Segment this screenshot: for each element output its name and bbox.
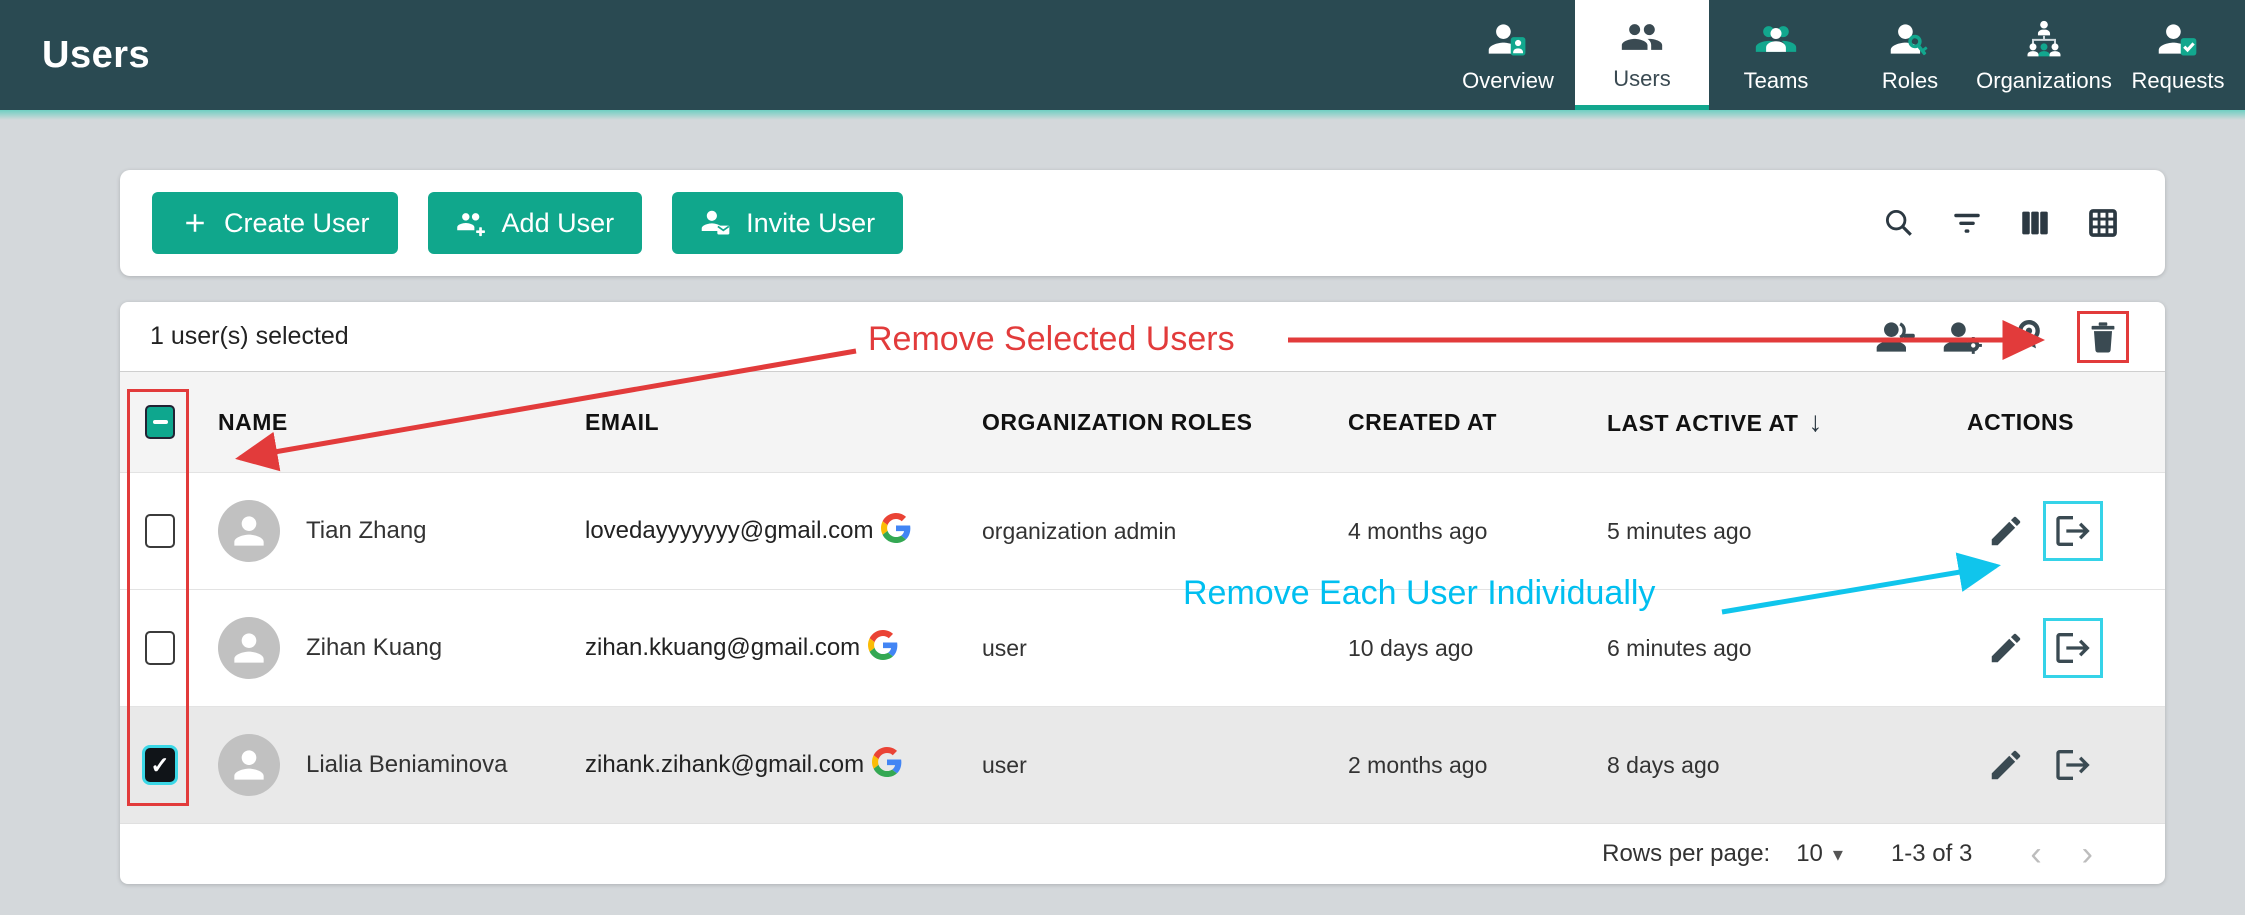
col-created-at[interactable]: CREATED AT bbox=[1348, 409, 1607, 436]
col-last-active[interactable]: LAST ACTIVE AT↓ bbox=[1607, 406, 1967, 438]
remove-user-from-org-icon[interactable] bbox=[2043, 735, 2103, 795]
remove-user-icon[interactable] bbox=[1873, 315, 1917, 359]
rows-per-page-label: Rows per page: bbox=[1602, 840, 1770, 868]
tab-organizations[interactable]: Organizations bbox=[1977, 0, 2111, 110]
google-icon bbox=[881, 513, 911, 550]
group-add-icon bbox=[456, 207, 488, 239]
app-header: Users Overview Users Teams bbox=[0, 0, 2245, 110]
user-email: zihan.kkuang@gmail.com bbox=[585, 634, 860, 662]
edit-user-icon[interactable] bbox=[1977, 736, 2035, 794]
tab-requests[interactable]: Requests bbox=[2111, 0, 2245, 110]
user-role: user bbox=[982, 752, 1348, 779]
user-name: Tian Zhang bbox=[306, 517, 427, 545]
row-checkbox[interactable] bbox=[145, 748, 175, 782]
selection-bar: 1 user(s) selected bbox=[120, 302, 2165, 372]
add-user-button[interactable]: Add User bbox=[428, 192, 643, 254]
prev-page-button[interactable]: ‹ bbox=[2030, 837, 2041, 871]
col-org-roles[interactable]: ORGANIZATION ROLES bbox=[982, 409, 1348, 436]
tab-label: Users bbox=[1613, 66, 1670, 92]
tab-label: Overview bbox=[1462, 68, 1554, 94]
user-role: user bbox=[982, 635, 1348, 662]
delete-selected-highlight bbox=[2077, 311, 2129, 363]
users-icon bbox=[1619, 14, 1665, 60]
remove-user-from-org-icon[interactable] bbox=[2043, 501, 2103, 561]
row-checkbox[interactable] bbox=[145, 514, 175, 548]
col-actions: ACTIONS bbox=[1967, 409, 2165, 436]
grid-icon[interactable] bbox=[2086, 206, 2120, 240]
user-check-icon bbox=[2155, 16, 2201, 62]
edit-user-icon[interactable] bbox=[1977, 619, 2035, 677]
header-gradient-strip bbox=[0, 110, 2245, 120]
col-name[interactable]: NAME bbox=[200, 409, 585, 436]
sort-desc-icon: ↓ bbox=[1808, 406, 1823, 437]
filter-icon[interactable] bbox=[1950, 206, 1984, 240]
invite-user-button[interactable]: Invite User bbox=[672, 192, 903, 254]
selection-count: 1 user(s) selected bbox=[150, 322, 349, 351]
user-name: Zihan Kuang bbox=[306, 634, 442, 662]
user-name: Lialia Beniaminova bbox=[306, 751, 507, 779]
tab-label: Teams bbox=[1744, 68, 1809, 94]
badge-icon[interactable] bbox=[2009, 315, 2053, 359]
tab-label: Organizations bbox=[1976, 68, 2112, 94]
user-role: organization admin bbox=[982, 518, 1348, 545]
page-title: Users bbox=[42, 34, 150, 77]
tab-label: Roles bbox=[1882, 68, 1938, 94]
bulk-actions bbox=[1873, 311, 2129, 363]
tab-label: Requests bbox=[2132, 68, 2225, 94]
trash-icon[interactable] bbox=[2084, 318, 2122, 356]
toolbar-card: Create User Add User Invite User bbox=[120, 170, 2165, 276]
team-icon bbox=[1753, 16, 1799, 62]
table-row: Tian Zhang lovedayyyyyyy@gmail.com organ… bbox=[120, 472, 2165, 589]
columns-icon[interactable] bbox=[2018, 206, 2052, 240]
created-at: 4 months ago bbox=[1348, 518, 1607, 545]
user-badge-icon bbox=[1485, 16, 1531, 62]
created-at: 10 days ago bbox=[1348, 635, 1607, 662]
avatar bbox=[218, 617, 280, 679]
pagination-range: 1-3 of 3 bbox=[1891, 840, 1972, 868]
tab-overview[interactable]: Overview bbox=[1441, 0, 1575, 110]
rows-per-page-select[interactable]: 10 ▾ bbox=[1796, 840, 1843, 868]
avatar bbox=[218, 734, 280, 796]
users-admin-page: Users Overview Users Teams bbox=[0, 0, 2245, 915]
table-row-selected: Lialia Beniaminova zihank.zihank@gmail.c… bbox=[120, 706, 2165, 823]
google-icon bbox=[868, 630, 898, 667]
create-user-button[interactable]: Create User bbox=[152, 192, 398, 254]
table-pagination: Rows per page: 10 ▾ 1-3 of 3 ‹ › bbox=[120, 823, 2165, 884]
user-mail-icon bbox=[700, 207, 732, 239]
tab-users[interactable]: Users bbox=[1575, 0, 1709, 110]
edit-user-icon[interactable] bbox=[1977, 502, 2035, 560]
last-active-at: 5 minutes ago bbox=[1607, 518, 1967, 545]
search-icon[interactable] bbox=[1882, 206, 1916, 240]
remove-user-from-org-icon[interactable] bbox=[2043, 618, 2103, 678]
top-nav: Overview Users Teams Roles bbox=[1441, 0, 2245, 110]
last-active-at: 6 minutes ago bbox=[1607, 635, 1967, 662]
caret-down-icon: ▾ bbox=[1833, 842, 1843, 867]
tab-roles[interactable]: Roles bbox=[1843, 0, 1977, 110]
col-email[interactable]: EMAIL bbox=[585, 409, 982, 436]
users-table-card: 1 user(s) selected NAME EMAIL ORGANIZATI… bbox=[120, 302, 2165, 884]
tab-teams[interactable]: Teams bbox=[1709, 0, 1843, 110]
user-settings-icon[interactable] bbox=[1941, 315, 1985, 359]
created-at: 2 months ago bbox=[1348, 752, 1607, 779]
row-checkbox[interactable] bbox=[145, 631, 175, 665]
next-page-button[interactable]: › bbox=[2082, 837, 2093, 871]
user-key-icon bbox=[1887, 16, 1933, 62]
last-active-at: 8 days ago bbox=[1607, 752, 1967, 779]
user-email: lovedayyyyyyy@gmail.com bbox=[585, 517, 873, 545]
plus-icon bbox=[180, 208, 210, 238]
user-email: zihank.zihank@gmail.com bbox=[585, 751, 864, 779]
table-tools bbox=[1882, 206, 2120, 240]
avatar bbox=[218, 500, 280, 562]
google-icon bbox=[872, 747, 902, 784]
select-all-checkbox[interactable] bbox=[145, 405, 175, 439]
table-header-row: NAME EMAIL ORGANIZATION ROLES CREATED AT… bbox=[120, 372, 2165, 472]
org-chart-icon bbox=[2021, 16, 2067, 62]
table-row: Zihan Kuang zihan.kkuang@gmail.com user … bbox=[120, 589, 2165, 706]
